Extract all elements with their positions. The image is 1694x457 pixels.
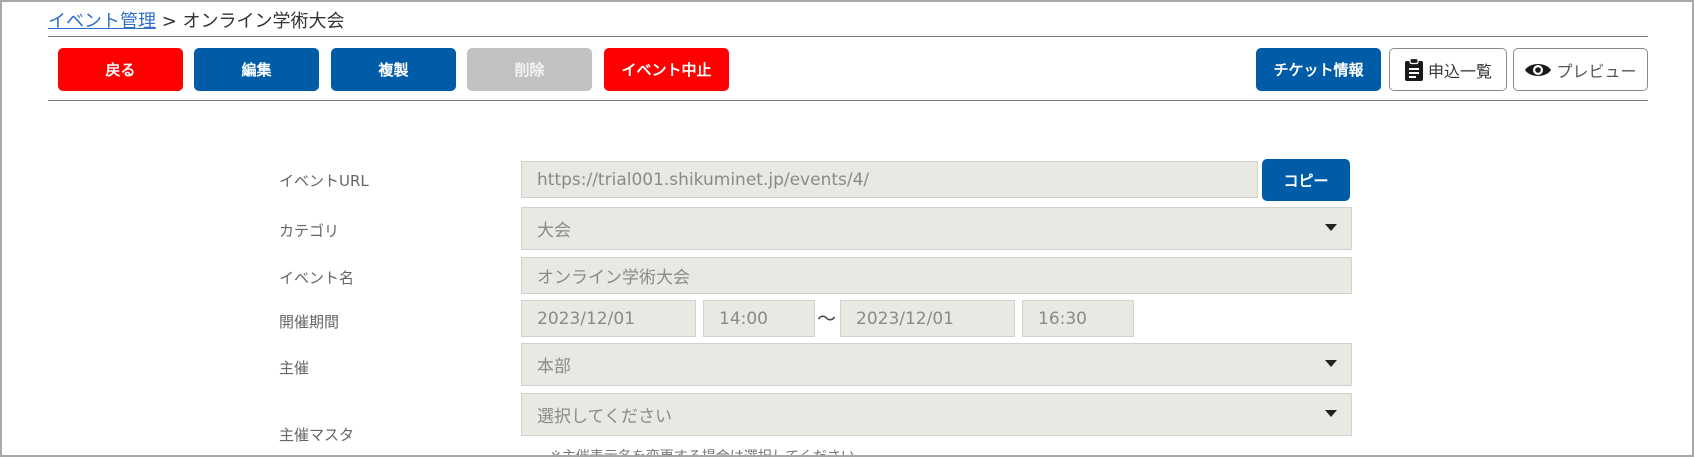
preview-button[interactable]: プレビュー xyxy=(1513,48,1648,91)
category-value: 大会 xyxy=(537,221,571,241)
organizer-master-note: ※主催表示名を変更する場合は選択してください xyxy=(550,449,855,457)
start-date-field[interactable]: 2023/12/01 xyxy=(521,300,696,337)
chevron-down-icon xyxy=(1325,223,1337,231)
category-select[interactable]: 大会 xyxy=(521,207,1352,250)
edit-button[interactable]: 編集 xyxy=(194,48,319,91)
eye-icon xyxy=(1524,61,1552,79)
period-label: 開催期間 xyxy=(279,313,340,331)
breadcrumb-current: オンライン学術大会 xyxy=(182,11,345,32)
organizer-master-value: 選択してください xyxy=(537,407,672,427)
application-list-label: 申込一覧 xyxy=(1427,61,1492,81)
organizer-master-label: 主催マスタ xyxy=(279,426,355,444)
event-name-label: イベント名 xyxy=(279,269,355,287)
ticket-info-button[interactable]: チケット情報 xyxy=(1256,48,1381,91)
cancel-event-button[interactable]: イベント中止 xyxy=(604,48,729,91)
duplicate-button[interactable]: 複製 xyxy=(331,48,456,91)
chevron-down-icon xyxy=(1325,409,1337,417)
breadcrumb-separator: > xyxy=(156,11,183,32)
breadcrumb-link-event-management[interactable]: イベント管理 xyxy=(48,11,156,32)
start-time-field[interactable]: 14:00 xyxy=(703,300,815,337)
organizer-value: 本部 xyxy=(537,357,571,377)
copy-url-button[interactable]: コピー xyxy=(1262,159,1350,201)
event-url-field[interactable]: https://trial001.shikuminet.jp/events/4/ xyxy=(521,161,1258,198)
application-list-button[interactable]: 申込一覧 xyxy=(1389,48,1507,91)
breadcrumb: イベント管理 > オンライン学術大会 xyxy=(48,7,345,33)
event-name-field[interactable]: オンライン学術大会 xyxy=(521,257,1352,294)
page-frame: イベント管理 > オンライン学術大会 戻る 編集 複製 削除 イベント中止 チケ… xyxy=(0,0,1694,457)
organizer-master-select[interactable]: 選択してください xyxy=(521,393,1352,436)
period-separator: ～ xyxy=(817,308,837,330)
back-button[interactable]: 戻る xyxy=(58,48,183,91)
category-label: カテゴリ xyxy=(279,222,340,240)
divider-top xyxy=(48,36,1648,37)
preview-label: プレビュー xyxy=(1556,61,1637,81)
event-url-label: イベントURL xyxy=(279,172,369,190)
organizer-label: 主催 xyxy=(279,359,310,377)
organizer-select[interactable]: 本部 xyxy=(521,343,1352,386)
chevron-down-icon xyxy=(1325,359,1337,367)
divider-bottom xyxy=(48,100,1648,101)
clipboard-icon xyxy=(1404,57,1424,82)
end-date-field[interactable]: 2023/12/01 xyxy=(840,300,1015,337)
delete-button: 削除 xyxy=(467,48,592,91)
end-time-field[interactable]: 16:30 xyxy=(1022,300,1134,337)
